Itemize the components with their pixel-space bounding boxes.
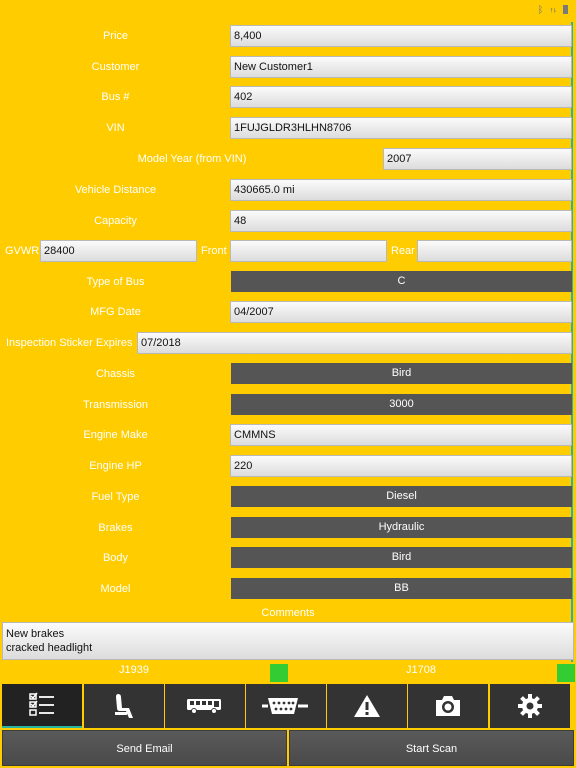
capacity-label: Capacity	[94, 215, 137, 227]
brakes-label: Brakes	[98, 522, 133, 534]
camera-icon	[436, 696, 460, 716]
vehicle-distance-label: Vehicle Distance	[74, 184, 157, 196]
engine-hp-row: Engine HP 220	[0, 455, 576, 477]
vin-label: VIN	[106, 122, 125, 134]
body-label: Body	[102, 552, 129, 564]
comments-line-1: New brakes	[6, 628, 65, 640]
fuel-type-select[interactable]: Diesel	[231, 486, 572, 507]
bus-icon	[187, 699, 221, 714]
price-row: Price 8,400	[0, 25, 576, 47]
vin-row: VIN 1FUJGLDR3HLHN8706	[0, 117, 576, 139]
model-row: Model BB	[0, 578, 576, 600]
inspection-sticker-field[interactable]: 07/2018	[137, 332, 572, 354]
sync-icon: ⇅	[550, 5, 559, 16]
vehicle-distance-row: Vehicle Distance 430665.0 mi	[0, 179, 576, 201]
type-of-bus-label: Type of Bus	[86, 276, 145, 288]
type-of-bus-select[interactable]: C	[231, 271, 572, 292]
model-year-field[interactable]: 2007	[383, 148, 572, 170]
customer-field[interactable]: New Customer1	[230, 56, 572, 78]
brakes-row: Brakes Hydraulic	[0, 517, 576, 539]
chassis-label: Chassis	[95, 368, 136, 380]
fuel-type-label: Fuel Type	[91, 491, 140, 503]
rear-field[interactable]	[417, 240, 572, 262]
transmission-row: Transmission 3000	[0, 394, 576, 416]
gear-icon	[518, 694, 542, 718]
warning-icon	[354, 695, 380, 717]
comments-label: Comments	[261, 607, 315, 619]
j1708-status-indicator	[557, 664, 575, 682]
type-of-bus-row: Type of Bus C	[0, 271, 576, 293]
model-year-label: Model Year (from VIN)	[137, 153, 247, 165]
vin-field[interactable]: 1FUJGLDR3HLHN8706	[230, 117, 572, 139]
transmission-select[interactable]: 3000	[231, 394, 572, 415]
engine-make-field[interactable]: CMMNS	[230, 424, 572, 446]
start-scan-button[interactable]: Start Scan	[289, 730, 574, 766]
mfg-date-field[interactable]: 04/2007	[230, 301, 572, 323]
transmission-label: Transmission	[83, 399, 148, 411]
body-row: Body Bird	[0, 547, 576, 569]
seat-icon	[115, 694, 133, 718]
checklist-icon	[29, 692, 54, 716]
connector-icon	[262, 698, 308, 714]
mfg-date-row: MFG Date 04/2007	[0, 301, 576, 323]
inspection-sticker-label: Inspection Sticker Expires	[6, 337, 133, 349]
model-select[interactable]: BB	[231, 578, 572, 599]
customer-label: Customer	[91, 61, 140, 73]
rear-label: Rear	[391, 245, 415, 257]
nav-connector-tab[interactable]	[246, 684, 326, 728]
engine-make-label: Engine Make	[83, 429, 148, 441]
comments-line-2: cracked headlight	[6, 642, 93, 654]
engine-hp-field[interactable]: 220	[230, 455, 572, 477]
status-icons: ᛒ ⇅	[537, 5, 568, 16]
bus-number-label: Bus #	[101, 91, 130, 103]
nav-camera-tab[interactable]	[408, 684, 488, 728]
nav-checklist-tab[interactable]	[2, 684, 82, 728]
capacity-field[interactable]: 48	[230, 210, 572, 232]
nav-seat-tab[interactable]	[84, 684, 164, 728]
inspection-sticker-row: Inspection Sticker Expires 07/2018	[0, 332, 576, 354]
send-email-button[interactable]: Send Email	[2, 730, 287, 766]
j1939-status-indicator	[270, 664, 288, 682]
bus-number-row: Bus # 402	[0, 86, 576, 108]
chassis-select[interactable]: Bird	[231, 363, 572, 384]
front-label: Front	[201, 245, 227, 257]
brakes-select[interactable]: Hydraulic	[231, 517, 572, 538]
model-label: Model	[100, 583, 131, 595]
battery-icon	[563, 5, 568, 14]
front-field[interactable]	[230, 240, 387, 262]
status-bar: ᛒ ⇅	[0, 0, 576, 22]
j1939-label: J1939	[119, 664, 149, 676]
price-field[interactable]: 8,400	[230, 25, 572, 47]
bus-number-field[interactable]: 402	[230, 86, 572, 108]
model-year-row: Model Year (from VIN) 2007	[0, 148, 576, 170]
capacity-row: Capacity 48	[0, 210, 576, 232]
mfg-date-label: MFG Date	[90, 306, 141, 318]
chassis-row: Chassis Bird	[0, 363, 576, 385]
fuel-type-row: Fuel Type Diesel	[0, 486, 576, 508]
bluetooth-icon: ᛒ	[537, 5, 546, 16]
engine-make-row: Engine Make CMMNS	[0, 424, 576, 446]
body-select[interactable]: Bird	[231, 547, 572, 568]
comments-field[interactable]: New brakes cracked headlight	[2, 622, 574, 660]
j1708-label: J1708	[406, 664, 436, 676]
engine-hp-label: Engine HP	[89, 460, 142, 472]
nav-bus-tab[interactable]	[165, 684, 245, 728]
customer-row: Customer New Customer1	[0, 56, 576, 78]
gvwr-row: GVWR 28400 Front Rear	[0, 240, 576, 262]
gvwr-label: GVWR	[5, 245, 40, 257]
vehicle-distance-field[interactable]: 430665.0 mi	[230, 179, 572, 201]
gvwr-field[interactable]: 28400	[40, 240, 197, 262]
price-label: Price	[102, 30, 129, 42]
nav-warning-tab[interactable]	[327, 684, 407, 728]
nav-settings-tab[interactable]	[490, 684, 570, 728]
